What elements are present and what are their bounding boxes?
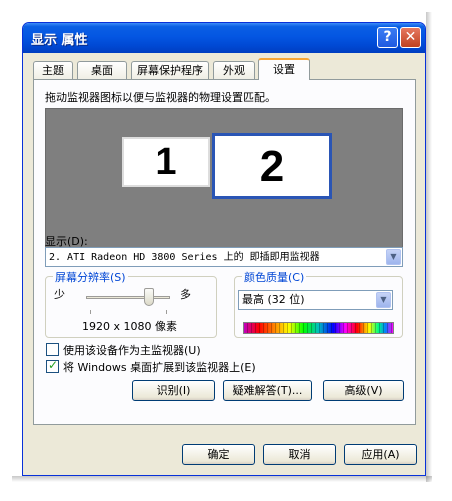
window-shadow-right xyxy=(426,12,432,482)
extend-desktop-checkbox[interactable]: ✓ xyxy=(46,358,59,373)
window-title: 显示 属性 xyxy=(31,33,88,48)
cancel-button[interactable]: 取消 xyxy=(263,444,336,465)
slider-tick xyxy=(166,310,167,314)
resolution-slider-thumb[interactable] xyxy=(144,288,154,306)
display-select-value: 2. ATI Radeon HD 3800 Series 上的 即插即用监视器 xyxy=(49,252,320,263)
ok-button[interactable]: 确定 xyxy=(182,444,255,465)
resolution-value: 1920 x 1080 像素 xyxy=(82,320,177,333)
monitor-2[interactable]: 2 xyxy=(212,133,332,199)
slider-more-label: 多 xyxy=(180,288,191,301)
checkmark-icon: ✓ xyxy=(48,358,59,372)
display-properties-dialog: 显示 属性 ? ✕ 主题 桌面 屏幕保护程序 外观 设置 拖动监视器图标以便与监… xyxy=(22,22,426,476)
troubleshoot-button[interactable]: 疑难解答(T)... xyxy=(223,380,312,401)
slider-less-label: 少 xyxy=(54,288,65,301)
monitor-1[interactable]: 1 xyxy=(122,137,210,187)
apply-button[interactable]: 应用(A) xyxy=(344,444,417,465)
color-spectrum-bar xyxy=(243,322,394,334)
chevron-down-icon[interactable]: ▼ xyxy=(376,292,391,308)
resolution-group: 屏幕分辨率(S) 少 多 1920 x 1080 像素 xyxy=(45,269,217,338)
tab-appearance[interactable]: 外观 xyxy=(213,61,255,79)
extend-desktop-label: 将 Windows 桌面扩展到该监视器上(E) xyxy=(63,361,256,374)
display-select[interactable]: 2. ATI Radeon HD 3800 Series 上的 即插即用监视器 … xyxy=(45,247,403,267)
primary-monitor-label: 使用该设备作为主监视器(U) xyxy=(63,344,201,357)
instruction-text: 拖动监视器图标以便与监视器的物理设置匹配。 xyxy=(45,91,276,104)
monitor-2-label: 2 xyxy=(259,142,285,191)
resolution-slider-track[interactable] xyxy=(86,296,170,299)
chevron-down-icon[interactable]: ▼ xyxy=(386,249,401,265)
primary-monitor-checkbox[interactable] xyxy=(46,343,59,356)
slider-tick xyxy=(90,310,91,314)
color-quality-select[interactable]: 最高 (32 位) ▼ xyxy=(238,290,393,310)
color-quality-value: 最高 (32 位) xyxy=(242,293,305,306)
identify-button[interactable]: 识别(I) xyxy=(132,380,215,401)
color-quality-group: 颜色质量(C) 最高 (32 位) ▼ xyxy=(234,269,403,338)
resolution-group-label: 屏幕分辨率(S) xyxy=(53,269,128,285)
help-button[interactable]: ? xyxy=(377,27,398,48)
tab-themes[interactable]: 主题 xyxy=(33,61,73,79)
advanced-button[interactable]: 高级(V) xyxy=(323,380,404,401)
close-button[interactable]: ✕ xyxy=(400,27,421,48)
color-quality-group-label: 颜色质量(C) xyxy=(242,269,307,285)
window-shadow-bottom xyxy=(12,476,432,482)
tab-settings[interactable]: 设置 xyxy=(258,58,310,80)
monitor-1-label: 1 xyxy=(155,141,177,183)
tab-desktop[interactable]: 桌面 xyxy=(77,61,127,79)
tab-screensaver[interactable]: 屏幕保护程序 xyxy=(131,61,209,79)
monitor-arrangement-area[interactable]: 1 2 xyxy=(45,108,403,252)
title-bar[interactable]: 显示 属性 ? ✕ xyxy=(23,23,425,53)
